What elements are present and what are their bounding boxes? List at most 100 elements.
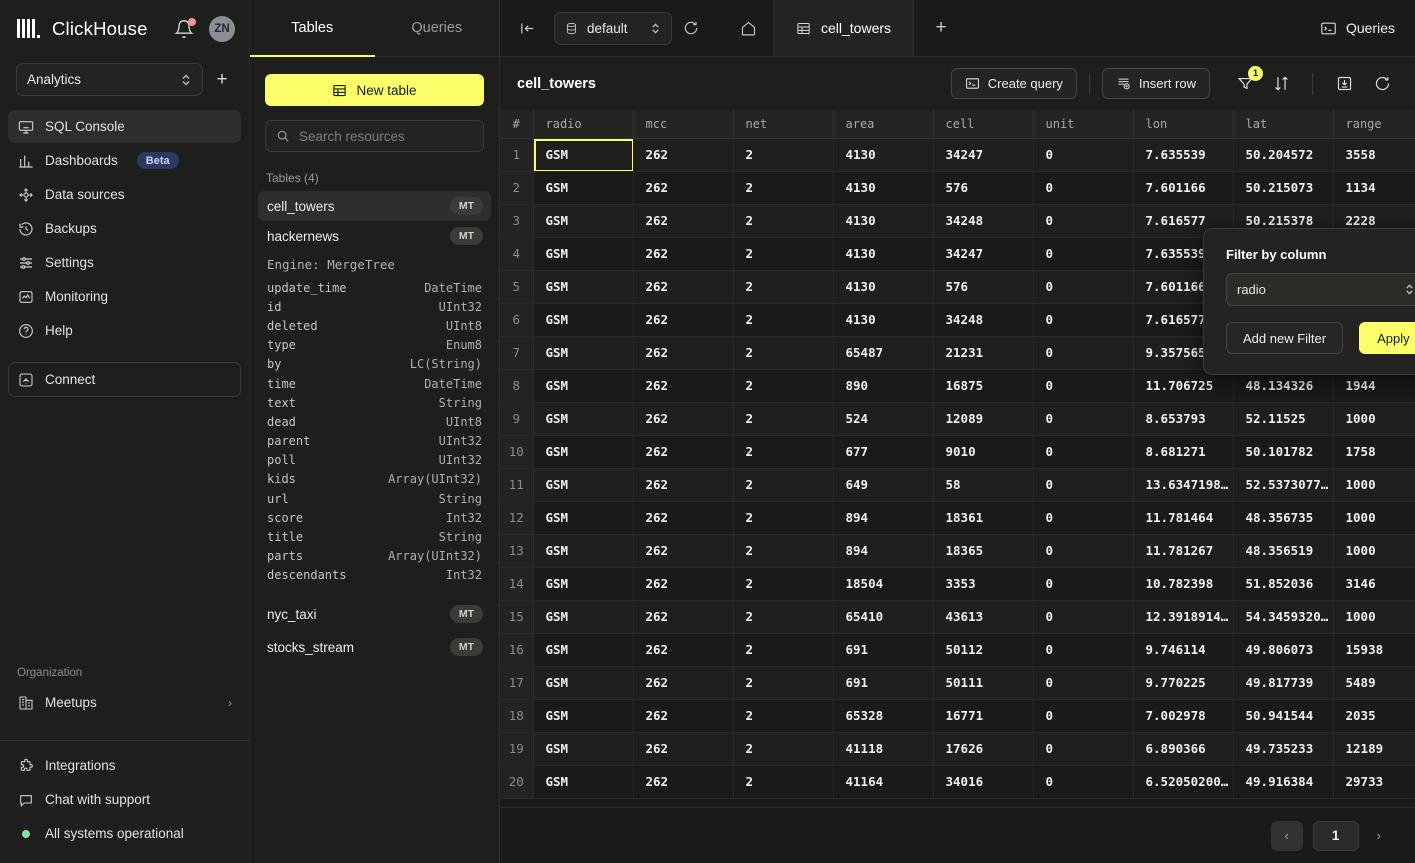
- grid-cell[interactable]: 18361: [933, 501, 1033, 534]
- grid-cell[interactable]: 0: [1033, 138, 1133, 171]
- grid-cell[interactable]: 18504: [833, 567, 933, 600]
- table-item-stocks-stream[interactable]: stocks_stream MT: [258, 632, 491, 662]
- grid-header-cell[interactable]: lon: [1133, 110, 1233, 138]
- grid-cell[interactable]: 2: [733, 303, 833, 336]
- grid-cell[interactable]: GSM: [533, 435, 633, 468]
- grid-cell[interactable]: 34247: [933, 138, 1033, 171]
- grid-cell[interactable]: 2: [733, 204, 833, 237]
- grid-cell[interactable]: 2: [733, 270, 833, 303]
- grid-cell[interactable]: 2: [733, 369, 833, 402]
- grid-cell[interactable]: 1000: [1333, 501, 1415, 534]
- grid-cell[interactable]: 16875: [933, 369, 1033, 402]
- grid-cell[interactable]: 0: [1033, 171, 1133, 204]
- grid-header-cell[interactable]: net: [733, 110, 833, 138]
- grid-cell[interactable]: 18365: [933, 534, 1033, 567]
- grid-cell[interactable]: 1000: [1333, 468, 1415, 501]
- sidebar-item-monitoring[interactable]: Monitoring: [8, 280, 241, 313]
- connect-button[interactable]: Connect: [8, 362, 241, 397]
- grid-cell[interactable]: 0: [1033, 369, 1133, 402]
- grid-cell[interactable]: 2: [733, 666, 833, 699]
- grid-cell[interactable]: 890: [833, 369, 933, 402]
- new-table-button[interactable]: New table: [265, 74, 484, 106]
- grid-cell[interactable]: 6.890366: [1133, 732, 1233, 765]
- next-page-button[interactable]: ›: [1369, 828, 1389, 843]
- grid-cell[interactable]: 524: [833, 402, 933, 435]
- grid-cell[interactable]: 894: [833, 534, 933, 567]
- export-button[interactable]: [1325, 65, 1363, 103]
- grid-cell[interactable]: 34016: [933, 765, 1033, 798]
- grid-cell[interactable]: 8.653793: [1133, 402, 1233, 435]
- grid-header-cell[interactable]: mcc: [633, 110, 733, 138]
- grid-cell[interactable]: 0: [1033, 402, 1133, 435]
- sidebar-item-help[interactable]: Help: [8, 314, 241, 347]
- grid-cell[interactable]: 49.916384: [1233, 765, 1333, 798]
- grid-cell[interactable]: 2: [733, 765, 833, 798]
- service-selector[interactable]: Analytics: [16, 63, 203, 96]
- notifications-bell-icon[interactable]: [174, 19, 194, 39]
- table-row[interactable]: 18GSM2622653281677107.00297850.941544203…: [500, 699, 1415, 732]
- grid-cell[interactable]: 2: [733, 138, 833, 171]
- grid-cell[interactable]: 50.941544: [1233, 699, 1333, 732]
- sidebar-item-data-sources[interactable]: Data sources: [8, 178, 241, 211]
- tab-tables[interactable]: Tables: [250, 0, 375, 56]
- sidebar-item-dashboards[interactable]: Dashboards Beta: [8, 144, 241, 177]
- grid-cell[interactable]: 0: [1033, 468, 1133, 501]
- grid-cell[interactable]: 0: [1033, 534, 1133, 567]
- grid-cell[interactable]: 262: [633, 369, 733, 402]
- grid-cell[interactable]: GSM: [533, 666, 633, 699]
- grid-cell[interactable]: 262: [633, 501, 733, 534]
- sidebar-item-integrations[interactable]: Integrations: [8, 749, 241, 782]
- grid-cell[interactable]: 49.817739: [1233, 666, 1333, 699]
- filter-button[interactable]: 1: [1228, 69, 1262, 99]
- grid-cell[interactable]: 4130: [833, 270, 933, 303]
- refresh-table-button[interactable]: [1363, 65, 1401, 103]
- grid-cell[interactable]: 16771: [933, 699, 1033, 732]
- grid-cell[interactable]: 262: [633, 567, 733, 600]
- grid-cell[interactable]: 65410: [833, 600, 933, 633]
- grid-cell[interactable]: 691: [833, 633, 933, 666]
- grid-cell[interactable]: 50.204572: [1233, 138, 1333, 171]
- table-row[interactable]: 15GSM26226541043613012.3918914…54.345932…: [500, 600, 1415, 633]
- grid-cell[interactable]: GSM: [533, 732, 633, 765]
- grid-cell[interactable]: 0: [1033, 237, 1133, 270]
- grid-cell[interactable]: 5489: [1333, 666, 1415, 699]
- grid-cell[interactable]: 49.735233: [1233, 732, 1333, 765]
- grid-cell[interactable]: 0: [1033, 303, 1133, 336]
- grid-cell[interactable]: 10.782398: [1133, 567, 1233, 600]
- grid-cell[interactable]: 7.635539: [1133, 138, 1233, 171]
- grid-cell[interactable]: GSM: [533, 534, 633, 567]
- grid-cell[interactable]: GSM: [533, 204, 633, 237]
- queries-button[interactable]: Queries: [1320, 20, 1395, 37]
- grid-cell[interactable]: 262: [633, 765, 733, 798]
- grid-cell[interactable]: 262: [633, 402, 733, 435]
- grid-cell[interactable]: 48.356519: [1233, 534, 1333, 567]
- grid-header-cell[interactable]: radio: [533, 110, 633, 138]
- grid-cell[interactable]: 1000: [1333, 402, 1415, 435]
- add-service-button[interactable]: +: [209, 67, 235, 93]
- create-query-button[interactable]: Create query: [951, 68, 1077, 99]
- grid-cell[interactable]: 0: [1033, 699, 1133, 732]
- grid-cell[interactable]: 51.852036: [1233, 567, 1333, 600]
- table-row[interactable]: 2GSM2622413057607.60116650.2150731134: [500, 171, 1415, 204]
- grid-cell[interactable]: 48.356735: [1233, 501, 1333, 534]
- grid-cell[interactable]: 894: [833, 501, 933, 534]
- grid-cell[interactable]: 0: [1033, 666, 1133, 699]
- grid-cell[interactable]: 52.5373077…: [1233, 468, 1333, 501]
- grid-cell[interactable]: 9010: [933, 435, 1033, 468]
- sidebar-item-system-status[interactable]: All systems operational: [8, 817, 241, 850]
- grid-cell[interactable]: 1000: [1333, 600, 1415, 633]
- grid-cell[interactable]: 13.6347198…: [1133, 468, 1233, 501]
- grid-cell[interactable]: 2: [733, 468, 833, 501]
- table-row[interactable]: 20GSM2622411643401606.52050200…49.916384…: [500, 765, 1415, 798]
- grid-header-cell[interactable]: range: [1333, 110, 1415, 138]
- grid-cell[interactable]: 2: [733, 435, 833, 468]
- table-row[interactable]: 1GSM262241303424707.63553950.2045723558: [500, 138, 1415, 171]
- grid-cell[interactable]: GSM: [533, 237, 633, 270]
- grid-cell[interactable]: 262: [633, 204, 733, 237]
- grid-cell[interactable]: 649: [833, 468, 933, 501]
- grid-cell[interactable]: GSM: [533, 468, 633, 501]
- table-row[interactable]: 12GSM262289418361011.78146448.3567351000: [500, 501, 1415, 534]
- grid-cell[interactable]: 0: [1033, 270, 1133, 303]
- grid-cell[interactable]: GSM: [533, 633, 633, 666]
- grid-cell[interactable]: GSM: [533, 600, 633, 633]
